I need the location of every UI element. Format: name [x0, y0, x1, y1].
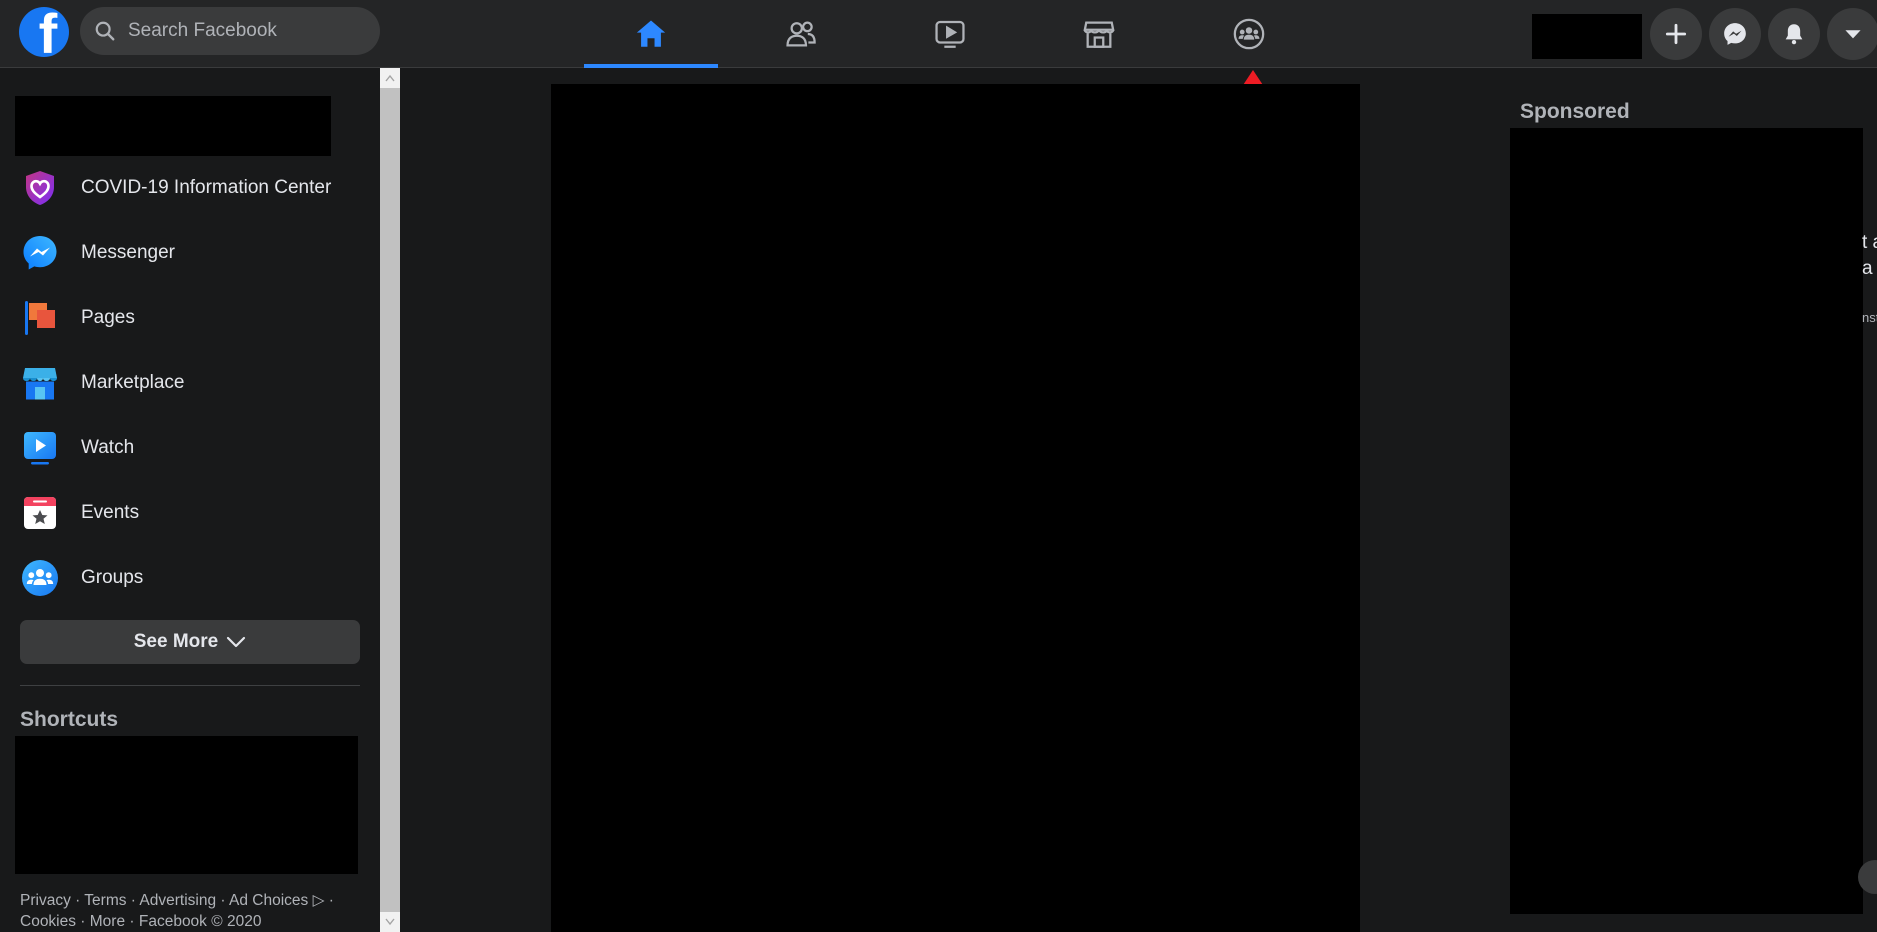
- edge-text-fragment: a: [1862, 258, 1873, 279]
- edge-text-fragment: t a: [1862, 232, 1877, 253]
- bell-icon: [1785, 24, 1803, 45]
- sidebar-item-label: Groups: [81, 567, 144, 588]
- sponsored-ads-redacted[interactable]: [1510, 128, 1863, 914]
- sidebar-item-marketplace[interactable]: Marketplace: [18, 355, 368, 411]
- arrow-up-icon: [385, 74, 395, 82]
- sidebar-item-groups[interactable]: Groups: [18, 550, 368, 606]
- shortcuts-heading: Shortcuts: [20, 708, 119, 731]
- covid-heart-shield-icon: [26, 171, 54, 205]
- events-calendar-icon: [24, 497, 56, 529]
- home-icon: [636, 20, 666, 47]
- tab-groups[interactable]: [1182, 0, 1316, 68]
- sidebar-item-label: COVID-19 Information Center: [81, 177, 332, 198]
- marketplace-store-icon: [23, 368, 57, 400]
- tab-marketplace[interactable]: [1032, 0, 1166, 68]
- arrow-down-icon: [385, 918, 395, 926]
- watch-play-icon: [24, 432, 56, 465]
- create-button[interactable]: [1650, 8, 1702, 60]
- sidebar-item-messenger[interactable]: Messenger: [18, 225, 368, 281]
- marketplace-icon: [1083, 21, 1115, 48]
- chevron-down-icon: [227, 636, 246, 648]
- watch-icon: [935, 20, 965, 48]
- sponsored-heading: Sponsored: [1520, 100, 1630, 123]
- sidebar-scrollbar[interactable]: [380, 68, 400, 932]
- facebook-logo[interactable]: f: [19, 7, 69, 57]
- edge-text-fragment: nst: [1862, 310, 1877, 325]
- sidebar-item-label: Pages: [81, 307, 135, 328]
- caret-down-icon: [1845, 30, 1861, 39]
- see-more-label: See More: [133, 631, 219, 652]
- sidebar-item-label: Marketplace: [81, 372, 185, 393]
- friends-icon: [786, 21, 816, 47]
- sidebar-item-covid[interactable]: COVID-19 Information Center: [18, 160, 368, 216]
- shortcuts-list-redacted[interactable]: [15, 736, 358, 874]
- footer-links[interactable]: Privacy · Terms · Advertising · Ad Choic…: [20, 890, 350, 932]
- messenger-icon: [1724, 23, 1746, 45]
- groups-people-icon: [22, 560, 58, 596]
- profile-link-redacted[interactable]: [15, 96, 331, 156]
- plus-icon: [1665, 23, 1687, 45]
- sidebar-divider: [20, 685, 360, 686]
- groups-icon: [1233, 18, 1265, 50]
- sidebar-item-label: Messenger: [81, 242, 175, 263]
- see-more-button[interactable]: See More: [20, 620, 360, 664]
- sidebar-item-events[interactable]: Events: [18, 485, 368, 541]
- sidebar-item-watch[interactable]: Watch: [18, 420, 368, 476]
- tab-home[interactable]: [584, 0, 718, 68]
- search-box[interactable]: [80, 7, 380, 55]
- top-navigation-bar: f: [0, 0, 1877, 68]
- facebook-logo-letter: f: [38, 7, 58, 57]
- account-menu-button[interactable]: [1827, 8, 1877, 60]
- tab-watch[interactable]: [883, 0, 1017, 68]
- messenger-button[interactable]: [1709, 8, 1761, 60]
- tab-friends[interactable]: [734, 0, 868, 68]
- messenger-icon: [23, 236, 57, 270]
- sidebar-item-label: Watch: [81, 437, 135, 458]
- left-sidebar: COVID-19 Information Center Messenger Pa…: [0, 68, 380, 932]
- search-input[interactable]: [126, 19, 370, 43]
- pages-flag-icon: [25, 301, 55, 335]
- notifications-button[interactable]: [1768, 8, 1820, 60]
- scroll-up-arrow[interactable]: [380, 68, 400, 88]
- profile-shortcut-redacted[interactable]: [1532, 14, 1642, 59]
- scroll-down-arrow[interactable]: [380, 912, 400, 932]
- sidebar-item-pages[interactable]: Pages: [18, 290, 368, 346]
- search-icon: [95, 21, 115, 41]
- news-feed-redacted[interactable]: [551, 84, 1360, 932]
- sidebar-item-label: Events: [81, 502, 140, 523]
